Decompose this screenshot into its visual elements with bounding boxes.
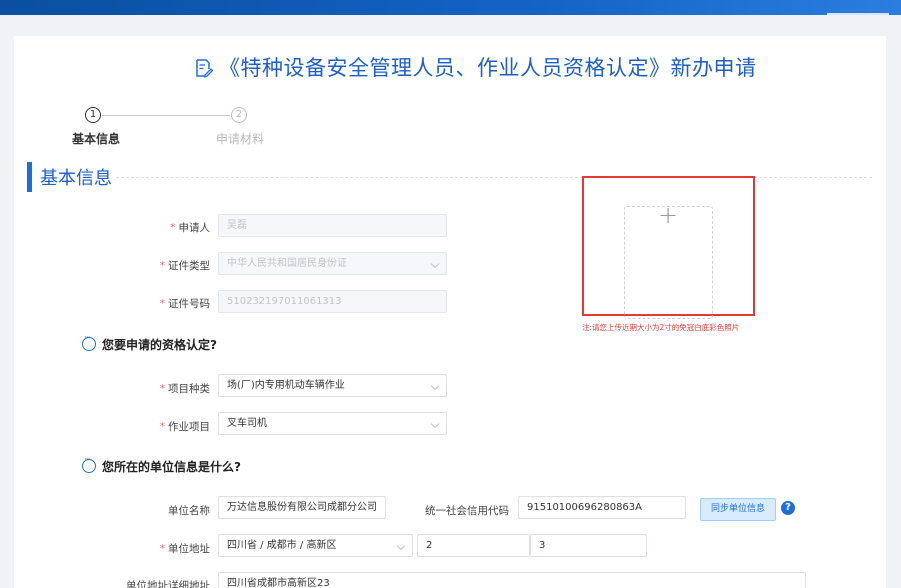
applicant-label: * 申请人 [170, 222, 210, 234]
credit-code-label: 统一社会信用代码 [425, 505, 509, 517]
step-1-label: 基本信息 [72, 132, 121, 146]
section-title: 基本信息 [40, 168, 112, 189]
section-divider [116, 177, 872, 178]
address-detail-label: 单位地址详细地址 [126, 580, 210, 588]
unit-address-cascader[interactable]: 四川省 / 成都市 / 高新区 [218, 534, 413, 557]
work-item-select[interactable]: 叉车司机 [218, 412, 447, 435]
unit-name-label: 单位名称 [168, 505, 210, 517]
step-1-indicator[interactable]: 1 [85, 107, 101, 123]
sync-unit-info-button[interactable]: 同步单位信息 [700, 498, 776, 521]
applicant-input[interactable]: 吴磊 [218, 214, 447, 237]
edit-document-icon [196, 59, 213, 78]
chevron-down-icon [430, 419, 440, 429]
chevron-down-icon [430, 259, 440, 269]
question-qualification: 您要申请的资格认定? [102, 338, 217, 352]
question-unit-info: 您所在的单位信息是什么? [102, 460, 241, 474]
chat-bubble-icon [82, 333, 96, 351]
item-type-label: * 项目种类 [159, 383, 210, 395]
step-connector [102, 114, 230, 116]
plus-icon: + [658, 201, 679, 229]
page-title: 《特种设备安全管理人员、作业人员资格认定》新办申请 [219, 56, 757, 80]
unit-address-extra-2[interactable]: 3 [530, 534, 647, 557]
credit-code-input[interactable]: 91510100696280863A [518, 496, 686, 519]
id-number-input[interactable]: 510232197011061313 [218, 290, 447, 313]
id-number-label: * 证件号码 [159, 298, 210, 310]
top-bar [0, 0, 901, 15]
unit-address-label: * 单位地址 [159, 543, 210, 555]
address-detail-input[interactable]: 四川省成都市高新区23 [218, 572, 806, 588]
step-2-indicator[interactable]: 2 [231, 107, 247, 123]
item-type-select[interactable]: 场(厂)内专用机动车辆作业 [218, 374, 447, 397]
work-item-label: * 作业项目 [159, 421, 210, 433]
chevron-down-icon [430, 381, 440, 391]
step-2-label: 申请材料 [216, 132, 265, 146]
chevron-down-icon [396, 541, 406, 551]
top-bar-highlight [827, 13, 889, 15]
chat-bubble-icon [82, 455, 96, 473]
photo-upload-note: 注:请您上传近期大小为2寸的免冠白底彩色照片 [582, 323, 740, 332]
id-type-label: * 证件类型 [159, 260, 210, 272]
section-accent-bar [27, 162, 32, 192]
id-type-select[interactable]: 中华人民共和国居民身份证 [218, 252, 447, 275]
unit-address-extra-1[interactable]: 2 [417, 534, 530, 557]
help-icon[interactable]: ? [781, 501, 795, 515]
unit-name-input[interactable]: 万达信息股份有限公司成都分公司 [218, 496, 386, 519]
